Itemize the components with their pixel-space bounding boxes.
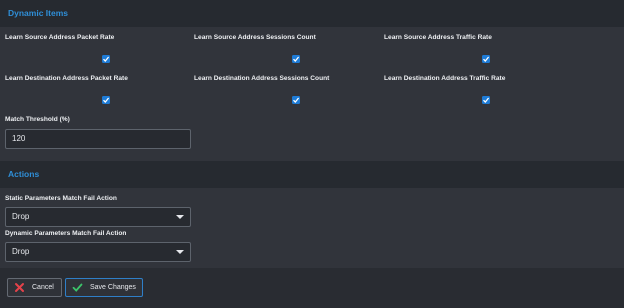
learn-dst-packet-rate-checkbox[interactable] xyxy=(102,96,110,104)
match-threshold-input[interactable]: 120 xyxy=(5,129,191,149)
close-icon xyxy=(15,283,24,292)
learn-src-traffic-rate-label: Learn Source Address Traffic Rate xyxy=(384,34,492,41)
actions-header: Actions xyxy=(0,161,624,188)
cancel-button[interactable]: Cancel xyxy=(7,278,62,297)
learn-dst-packet-rate-label: Learn Destination Address Packet Rate xyxy=(5,75,128,82)
static-fail-action-label: Static Parameters Match Fail Action xyxy=(5,195,117,202)
dynamic-items-header: Dynamic Items xyxy=(0,0,624,27)
checkmark-icon xyxy=(483,56,490,62)
match-threshold-label: Match Threshold (%) xyxy=(5,116,70,123)
static-fail-action-value: Drop xyxy=(12,212,30,221)
dynamic-fail-action-select[interactable]: Drop xyxy=(5,242,191,262)
learn-src-sessions-count-checkbox[interactable] xyxy=(292,55,300,63)
checkmark-icon xyxy=(293,97,300,103)
learn-src-traffic-rate-checkbox[interactable] xyxy=(482,55,490,63)
dynamic-fail-action-label: Dynamic Parameters Match Fail Action xyxy=(5,230,127,237)
dynamic-fail-action-value: Drop xyxy=(12,247,30,256)
learn-src-packet-rate-label: Learn Source Address Packet Rate xyxy=(5,34,115,41)
checkmark-icon xyxy=(72,283,83,292)
save-changes-button-label: Save Changes xyxy=(90,284,136,291)
checkmark-icon xyxy=(293,56,300,62)
learn-dst-sessions-count-label: Learn Destination Address Sessions Count xyxy=(194,75,330,82)
save-changes-button[interactable]: Save Changes xyxy=(65,278,143,297)
chevron-down-icon xyxy=(176,250,184,254)
learn-src-packet-rate-checkbox[interactable] xyxy=(102,55,110,63)
learn-dst-traffic-rate-checkbox[interactable] xyxy=(482,96,490,104)
static-fail-action-select[interactable]: Drop xyxy=(5,207,191,227)
learn-src-sessions-count-label: Learn Source Address Sessions Count xyxy=(194,34,316,41)
chevron-down-icon xyxy=(176,215,184,219)
cancel-button-label: Cancel xyxy=(32,284,54,291)
learn-dst-sessions-count-checkbox[interactable] xyxy=(292,96,300,104)
checkmark-icon xyxy=(103,56,110,62)
learn-dst-traffic-rate-label: Learn Destination Address Traffic Rate xyxy=(384,75,506,82)
checkmark-icon xyxy=(483,97,490,103)
checkmark-icon xyxy=(103,97,110,103)
